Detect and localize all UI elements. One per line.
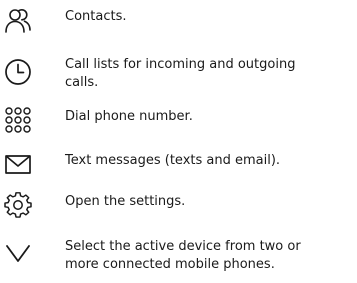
clock-icon bbox=[4, 58, 32, 86]
chevron-down-icon bbox=[4, 240, 32, 268]
legend-item-call-lists: Call lists for incoming and outgoing cal… bbox=[0, 50, 357, 100]
legend-item-contacts: Contacts. bbox=[0, 0, 357, 40]
dialpad-icon bbox=[4, 106, 32, 134]
legend-text: Call lists for incoming and outgoing cal… bbox=[65, 57, 296, 90]
legend-text: Dial phone number. bbox=[65, 109, 193, 124]
legend-item-select-device: Select the active device from two or mor… bbox=[0, 226, 357, 283]
legend-item-dial: Dial phone number. bbox=[0, 100, 357, 142]
contacts-icon bbox=[4, 6, 32, 34]
envelope-icon bbox=[4, 150, 32, 178]
legend-text: Select the active device from two or mor… bbox=[65, 239, 301, 272]
legend-text: Text messages (texts and email). bbox=[65, 153, 281, 168]
icon-legend: Contacts. Call lists for incoming and ou… bbox=[0, 0, 357, 283]
legend-item-messages: Text messages (texts and email). bbox=[0, 142, 357, 182]
gear-icon bbox=[4, 192, 32, 220]
legend-text: Contacts. bbox=[65, 9, 127, 24]
legend-text: Open the settings. bbox=[65, 194, 186, 209]
legend-item-settings: Open the settings. bbox=[0, 182, 357, 226]
